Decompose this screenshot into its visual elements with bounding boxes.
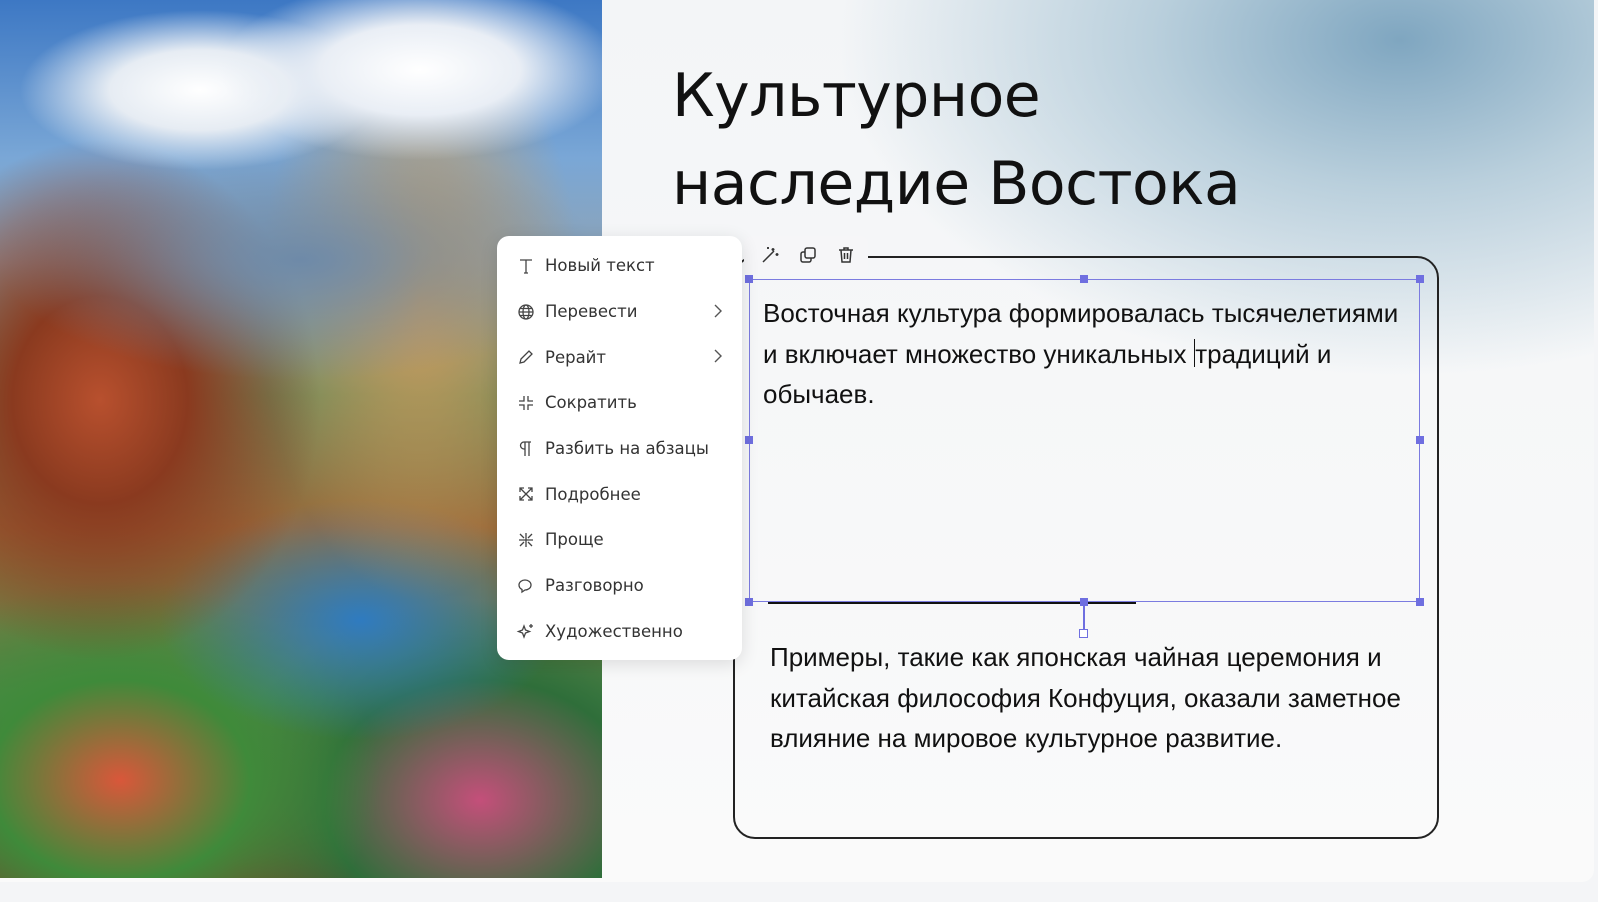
magic-wand-icon[interactable] xyxy=(754,239,786,271)
menu-item-label: Разговорно xyxy=(545,576,644,596)
resize-handle[interactable] xyxy=(1416,598,1424,606)
resize-handle[interactable] xyxy=(745,598,753,606)
duplicate-icon[interactable] xyxy=(792,239,824,271)
chevron-right-icon xyxy=(712,302,724,324)
menu-item-chat[interactable]: Разговорно xyxy=(497,563,742,609)
menu-item-label: Разбить на абзацы xyxy=(545,439,709,459)
collapse-icon xyxy=(515,529,537,551)
selection-box[interactable] xyxy=(749,279,1420,602)
ai-context-menu: Новый текст Перевести Рерайт Сократить Разби… xyxy=(497,236,742,660)
element-toolbar xyxy=(744,236,868,274)
menu-item-label: Проще xyxy=(545,530,604,550)
menu-item-pilcrow[interactable]: Разбить на абзацы xyxy=(497,426,742,472)
menu-item-globe[interactable]: Перевести xyxy=(497,289,742,335)
sparkle-icon xyxy=(515,620,537,642)
pencil-icon xyxy=(515,346,537,368)
resize-handle[interactable] xyxy=(745,275,753,283)
menu-item-label: Подробнее xyxy=(545,484,641,504)
resize-handle[interactable] xyxy=(1416,275,1424,283)
menu-item-label: Художественно xyxy=(545,621,683,641)
menu-item-label: Рерайт xyxy=(545,347,607,367)
menu-item-label: Новый текст xyxy=(545,256,655,276)
resize-handle[interactable] xyxy=(1080,275,1088,283)
expand-icon xyxy=(515,483,537,505)
menu-item-collapse[interactable]: Проще xyxy=(497,517,742,563)
chat-icon xyxy=(515,575,537,597)
menu-item-expand[interactable]: Подробнее xyxy=(497,471,742,517)
chevron-right-icon xyxy=(712,347,724,369)
text-block-2[interactable]: Примеры, такие как японская чайная церем… xyxy=(770,637,1410,759)
menu-item-text[interactable]: Новый текст xyxy=(497,243,742,289)
text-icon xyxy=(515,255,537,277)
resize-handle[interactable] xyxy=(745,436,753,444)
slide-canvas[interactable]: Культурное наследие Востока Восточная ку… xyxy=(0,0,1594,882)
shrink-icon xyxy=(515,392,537,414)
menu-item-label: Сократить xyxy=(545,393,637,413)
resize-handle[interactable] xyxy=(1416,436,1424,444)
slide-title[interactable]: Культурное наследие Востока xyxy=(672,52,1352,228)
trash-icon[interactable] xyxy=(830,239,862,271)
pilcrow-icon xyxy=(515,438,537,460)
rotate-handle-stem xyxy=(1083,604,1085,630)
menu-item-label: Перевести xyxy=(545,302,638,322)
menu-item-pencil[interactable]: Рерайт xyxy=(497,334,742,380)
menu-item-sparkle[interactable]: Художественно xyxy=(497,609,742,655)
menu-item-shrink[interactable]: Сократить xyxy=(497,380,742,426)
globe-icon xyxy=(515,301,537,323)
